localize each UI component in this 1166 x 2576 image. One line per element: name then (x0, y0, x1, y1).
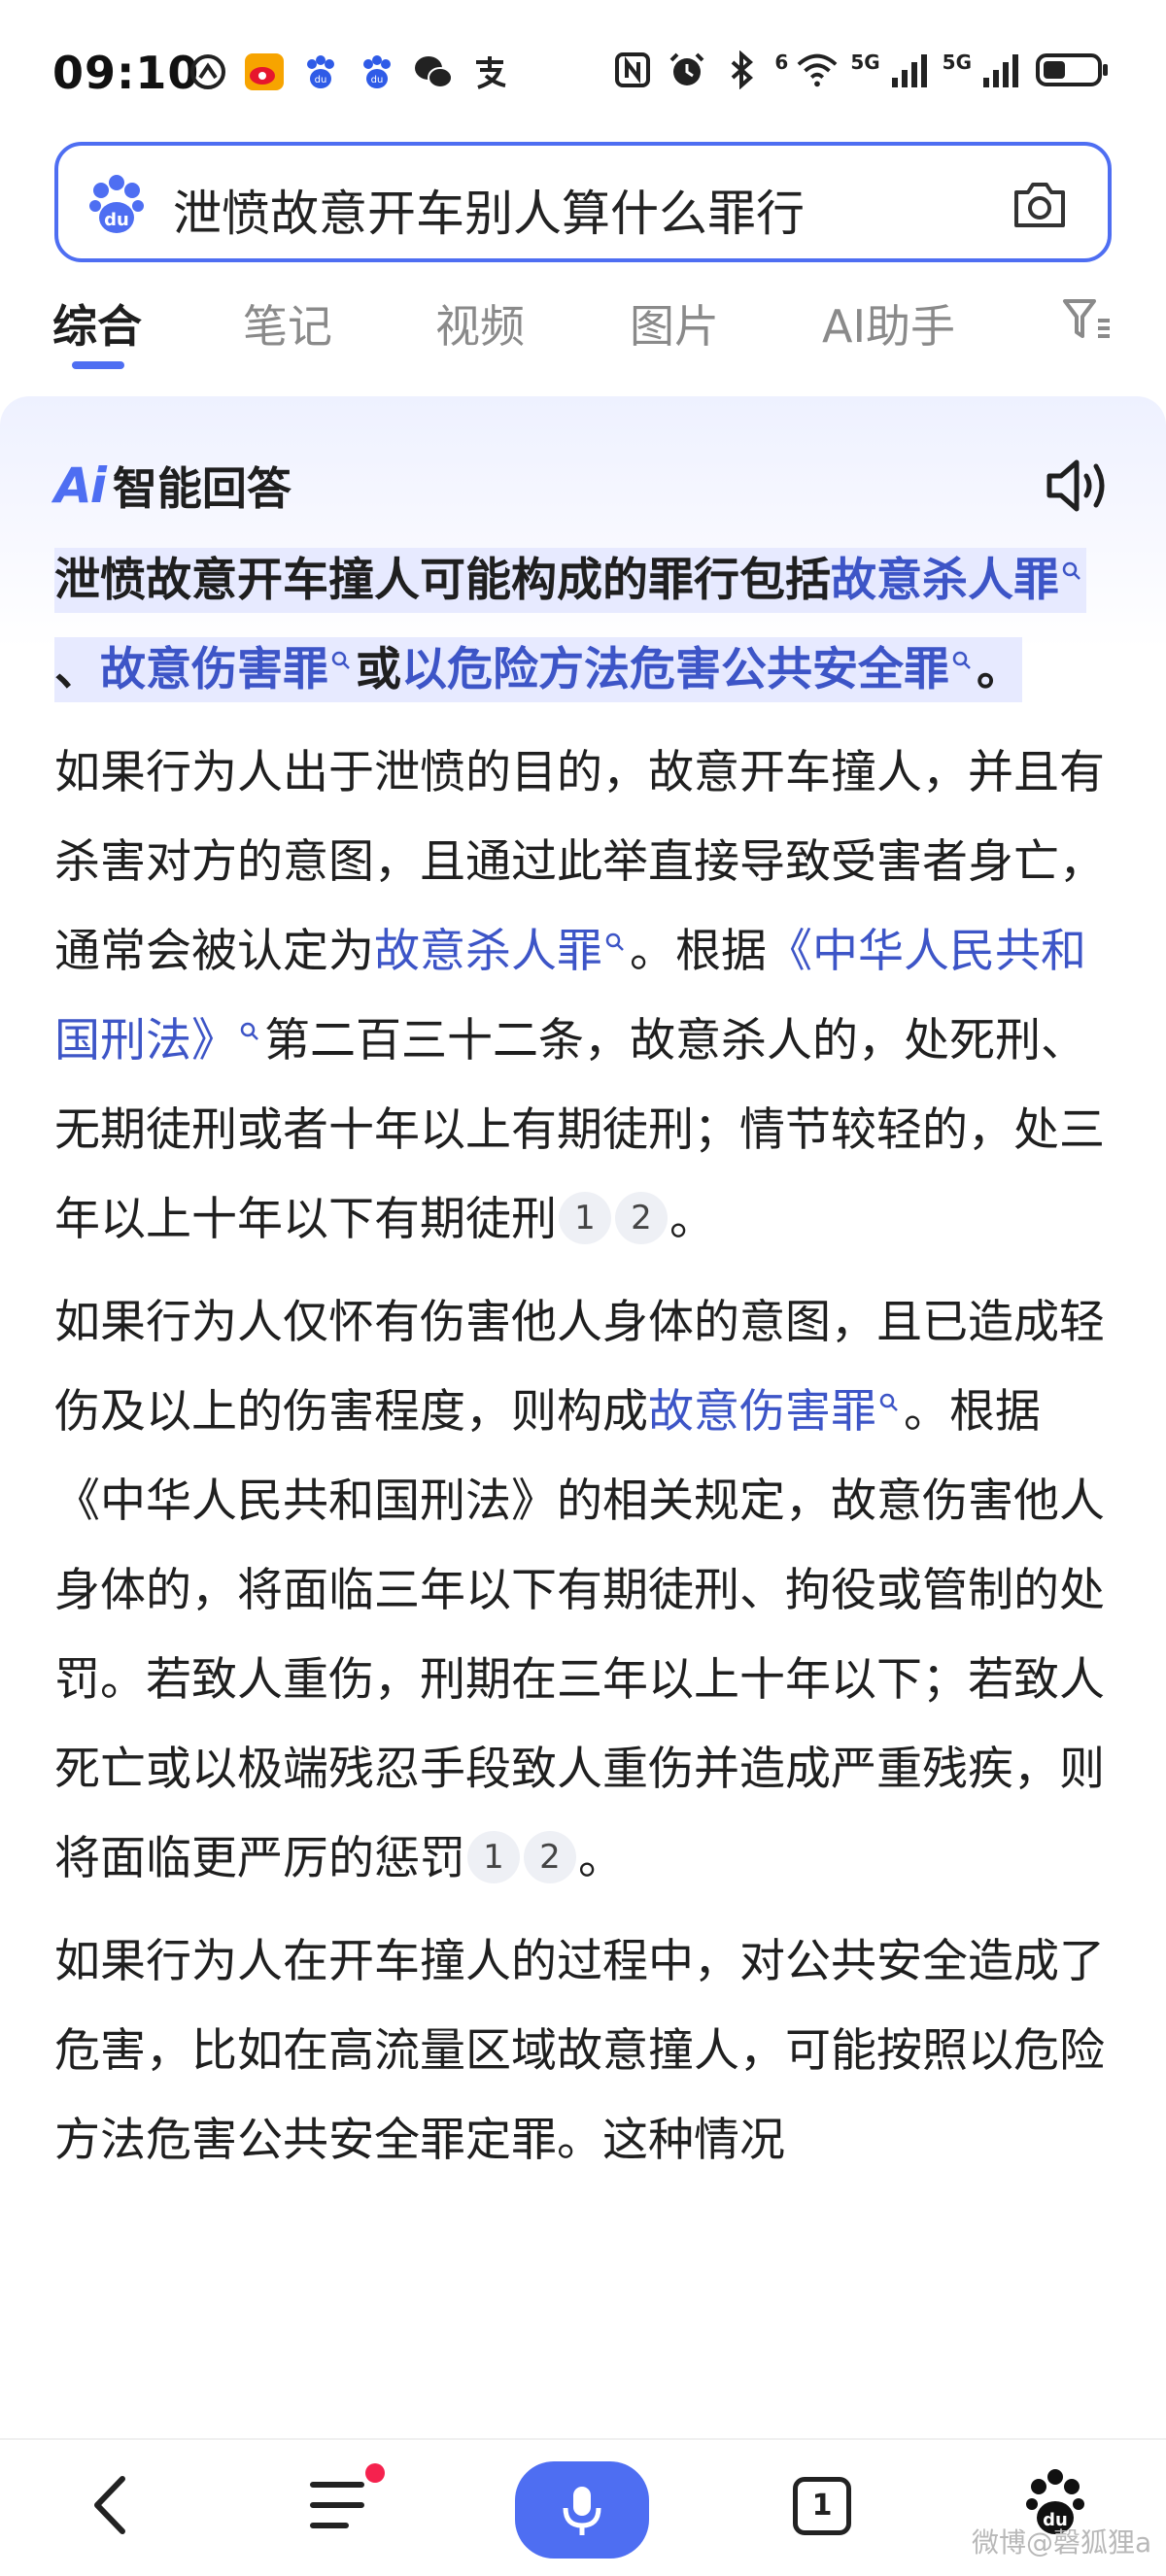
paragraph-text: 。根据 (630, 925, 767, 978)
link-intentional-homicide-2[interactable]: 故意杀人罪 (374, 925, 630, 978)
summary-text: 或 (356, 643, 401, 696)
summary-text: 、 (54, 643, 100, 696)
search-query[interactable]: 泄愤故意开车别人算什么罪行 (173, 175, 805, 245)
ai-answer-header: Ai 智能回答 (54, 457, 292, 515)
nfc-icon (611, 49, 654, 91)
search-box[interactable]: du 泄愤故意开车别人算什么罪行 (54, 142, 1112, 262)
camera-icon[interactable] (1011, 177, 1069, 231)
tab-count-button[interactable]: 1 (793, 2477, 851, 2535)
link-intentional-injury[interactable]: 故意伤害罪 (100, 643, 356, 696)
magnifier-icon (331, 651, 350, 669)
summary-text: 。 (977, 643, 1022, 696)
ai-answer-card: Ai 智能回答 泄愤故意开车撞人可能构成的罪行包括故意杀人罪、故意伤害罪 或以危险… (0, 396, 1166, 2432)
citation-badge[interactable]: 2 (615, 1192, 668, 1244)
tab-comprehensive[interactable]: 综合 (52, 291, 142, 356)
watermark: 微博@磬狐狸a (972, 2526, 1152, 2559)
vpn-key-icon (187, 51, 229, 93)
microphone-icon (563, 2487, 601, 2535)
alipay-icon (468, 51, 511, 93)
answer-summary: 泄愤故意开车撞人可能构成的罪行包括故意杀人罪、故意伤害罪 或以危险方法危害公共安全… (54, 536, 1114, 715)
summary-text: 泄愤故意开车撞人可能构成的罪行包括 (54, 554, 831, 607)
ai-logo: Ai (54, 458, 107, 514)
baidu-paw-icon: du (299, 51, 342, 93)
network-label-2: 5G (942, 51, 972, 74)
tab-videos[interactable]: 视频 (435, 291, 525, 356)
magnifier-icon (240, 1022, 258, 1040)
tab-notes[interactable]: 笔记 (243, 291, 332, 356)
result-tabs: 综合 笔记 视频 图片 AI助手 (0, 291, 1166, 389)
baidu-logo-icon: du (87, 173, 146, 235)
filter-icon[interactable] (1061, 295, 1114, 344)
svg-text:du: du (104, 210, 129, 230)
svg-text:du: du (315, 75, 327, 85)
status-time: 09:10 (52, 47, 200, 99)
baidu-paw-icon-2: du (356, 51, 398, 93)
alarm-icon (666, 49, 708, 91)
ai-answer-title: 智能回答 (112, 462, 292, 515)
paragraph-text: 。 (578, 1832, 624, 1885)
network-label-1: 5G (850, 51, 880, 74)
wifi-icon (796, 49, 839, 91)
link-text: 故意伤害罪 (100, 643, 328, 696)
paragraph-text: 。根据《中华人民共和国刑法》的相关规定，故意伤害他人身体的，将面临三年以下有期徒… (54, 1385, 1105, 1885)
answer-paragraph-homicide: 如果行为人出于泄愤的目的，故意开车撞人，并且有杀害对方的意图，且通过此举直接导致… (54, 729, 1114, 1265)
wechat-icon (412, 51, 455, 93)
paragraph-text: 如果行为人在开车撞人的过程中，对公共安全造成了危害，比如在高流量区域故意撞人，可… (54, 1935, 1105, 2167)
signal-icon-2 (979, 49, 1022, 91)
link-text: 故意杀人罪 (831, 554, 1059, 607)
link-intentional-homicide[interactable]: 故意杀人罪 (831, 554, 1086, 607)
link-text: 故意伤害罪 (648, 1385, 876, 1439)
citation-badge[interactable]: 1 (467, 1831, 520, 1883)
magnifier-icon (1062, 561, 1080, 580)
answer-paragraph-public-safety: 如果行为人在开车撞人的过程中，对公共安全造成了危害，比如在高流量区域故意撞人，可… (54, 1917, 1114, 2186)
active-tab-indicator (72, 361, 124, 369)
tab-ai-assistant[interactable]: AI助手 (822, 291, 955, 356)
weibo-icon (243, 51, 286, 93)
menu-icon[interactable] (307, 2475, 375, 2535)
link-endangering-public-safety[interactable]: 以危险方法危害公共安全罪 (401, 643, 977, 696)
paragraph-text: 。 (669, 1193, 715, 1246)
voice-search-button[interactable] (515, 2461, 649, 2559)
signal-icon (888, 49, 931, 91)
magnifier-icon (879, 1393, 898, 1411)
citation-badge[interactable]: 1 (559, 1192, 611, 1244)
svg-text:du: du (371, 75, 384, 85)
back-arrow-icon[interactable] (84, 2471, 138, 2539)
status-bar: 09:10 du du 6 5G 5G (0, 0, 1166, 146)
link-text: 故意杀人罪 (374, 925, 602, 978)
link-text: 以危险方法危害公共安全罪 (401, 643, 949, 696)
answer-paragraph-injury: 如果行为人仅怀有伤害他人身体的意图，且已造成轻伤及以上的伤害程度，则构成故意伤害… (54, 1278, 1114, 1904)
wifi-band-label: 6 (774, 51, 789, 74)
magnifier-icon (952, 651, 971, 669)
citation-badge[interactable]: 2 (524, 1831, 576, 1883)
ai-answer-content: 泄愤故意开车撞人可能构成的罪行包括故意杀人罪、故意伤害罪 或以危险方法危害公共安全… (54, 536, 1114, 2199)
speaker-icon[interactable] (1044, 455, 1114, 517)
battery-icon (1034, 49, 1112, 91)
bluetooth-icon (720, 49, 763, 91)
system-icons: 6 5G 5G (611, 49, 1112, 91)
link-intentional-injury-2[interactable]: 故意伤害罪 (648, 1385, 904, 1439)
tab-images[interactable]: 图片 (630, 291, 719, 356)
notification-icons: du du (187, 51, 511, 93)
magnifier-icon (605, 932, 624, 951)
notification-dot (365, 2463, 385, 2483)
